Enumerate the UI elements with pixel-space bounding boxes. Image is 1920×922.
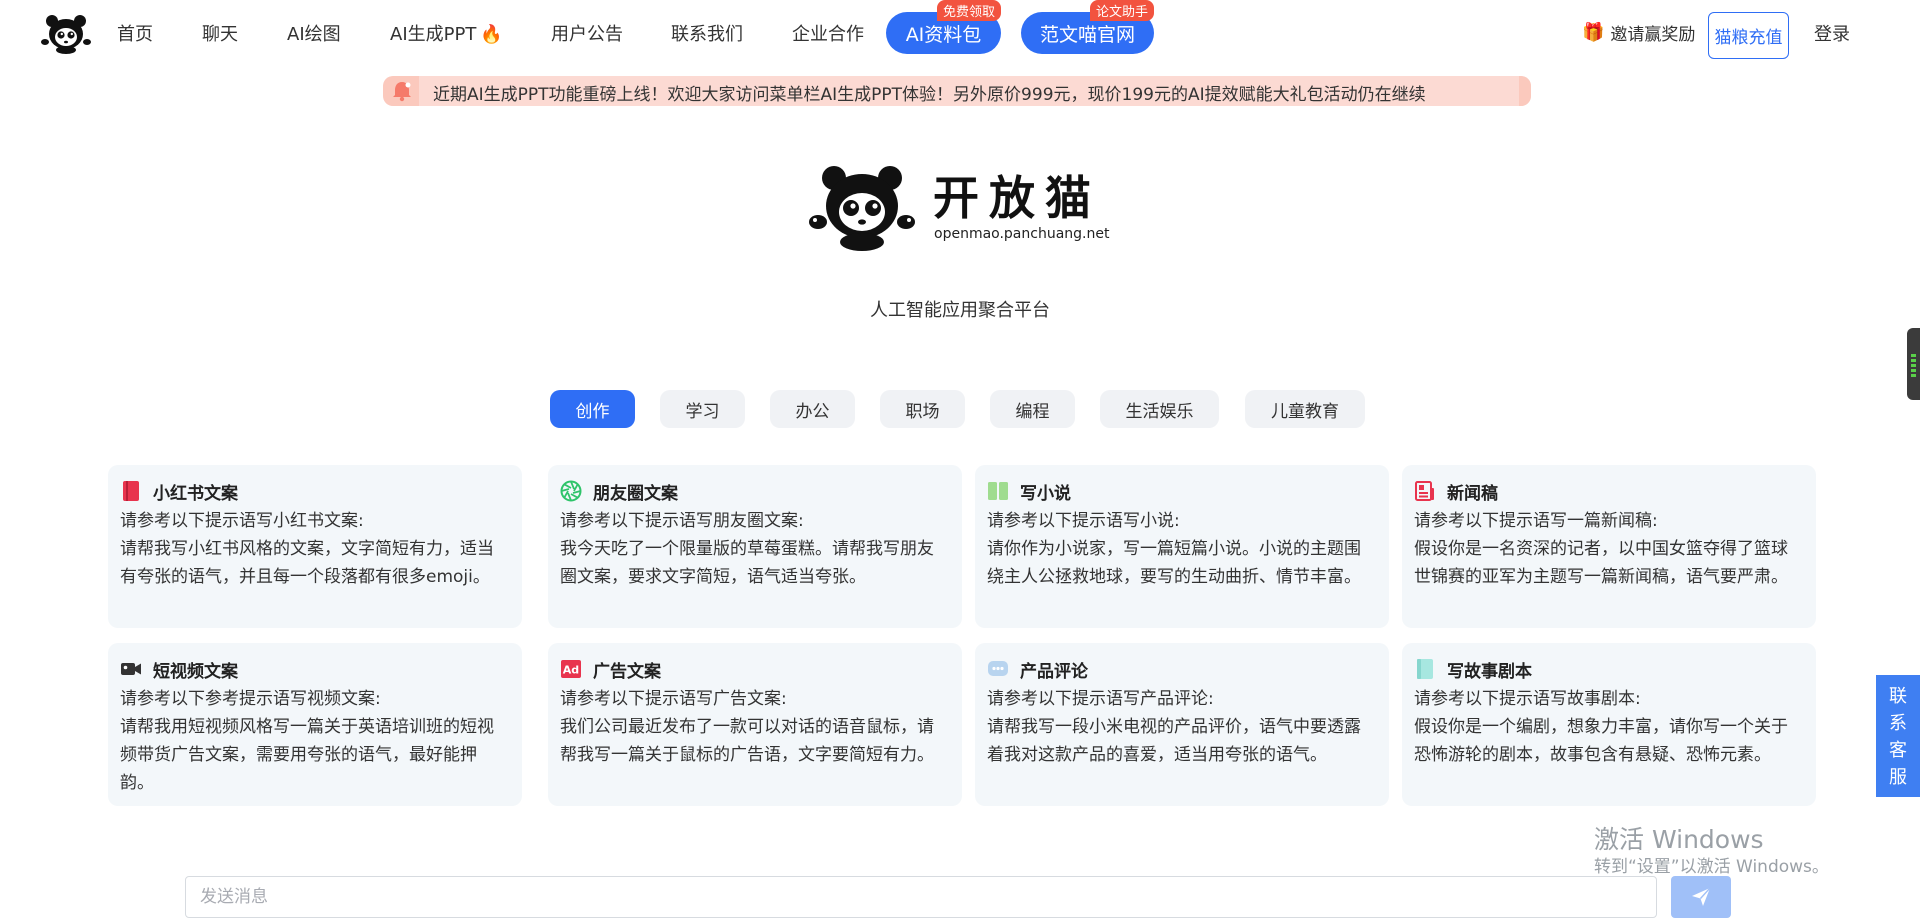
book-icon bbox=[123, 481, 139, 501]
tab-office[interactable]: 办公 bbox=[770, 390, 855, 428]
card-title: 新闻稿 bbox=[1447, 483, 1498, 504]
top-navigation: 首页 聊天 AI绘图 AI生成PPT 🔥 用户公告 联系我们 企业合作 AI资料包… bbox=[0, 0, 1920, 64]
card-title: 广告文案 bbox=[593, 661, 661, 682]
windows-activation-hint: 转到“设置”以激活 Windows。 bbox=[1594, 857, 1829, 877]
contact-support-label: 联系客服 bbox=[1889, 686, 1907, 788]
brand-domain: openmao.panchuang.net bbox=[934, 226, 1110, 242]
svg-text:Ad: Ad bbox=[563, 664, 579, 677]
gift-icon: 🎁 bbox=[1582, 22, 1605, 43]
card-title: 写故事剧本 bbox=[1447, 661, 1532, 682]
notice-right-cap bbox=[1519, 76, 1531, 106]
invite-reward-label: 邀请赢奖励 bbox=[1610, 25, 1696, 45]
card-prompt-body: 请帮我写一段小米电视的产品评价，语气中要透露着我对这款产品的喜爱，适当用夸张的语… bbox=[987, 717, 1361, 765]
card-prompt-intro: 请参考以下提示语写产品评论: bbox=[987, 689, 1214, 709]
nav-item-home[interactable]: 首页 bbox=[117, 20, 153, 46]
nav-item-ai-ppt-label: AI生成PPT bbox=[390, 24, 477, 45]
tab-workplace[interactable]: 职场 bbox=[880, 390, 965, 428]
card-prompt-intro: 请参考以下提示语写小说: bbox=[987, 511, 1180, 531]
card-prompt-body: 假设你是一个编剧，想象力丰富，请你写一个关于恐怖游轮的剧本，故事包含有悬疑、恐怖… bbox=[1414, 717, 1788, 765]
nav-item-ai-ppt[interactable]: AI生成PPT 🔥 bbox=[390, 20, 503, 46]
card-prompt-body: 我们公司最近发布了一款可以对话的语音鼠标，请帮我写一篇关于鼠标的广告语，文字要简… bbox=[560, 717, 934, 765]
flame-icon: 🔥 bbox=[480, 24, 503, 45]
side-panel-handle[interactable] bbox=[1907, 328, 1920, 400]
card-prompt-body: 我今天吃了一个限量版的草莓蛋糕。请帮我写朋友圈文案，要求文字简短，语气适当夸张。 bbox=[560, 539, 934, 587]
card-prompt-intro: 请参考以下提示语写朋友圈文案: bbox=[560, 511, 804, 531]
tab-programming[interactable]: 编程 bbox=[990, 390, 1075, 428]
card-prompt-intro: 请参考以下提示语写广告文案: bbox=[560, 689, 787, 709]
card-prompt-body: 请你作为小说家，写一篇短篇小说。小说的主题围绕主人公拯救地球，要写的生动曲折、情… bbox=[987, 539, 1361, 587]
newspaper-icon bbox=[1415, 481, 1434, 501]
prompt-card-short-video[interactable]: 短视频文案 请参考以下参考提示语写视频文案: 请帮我用短视频风格写一篇关于英语培… bbox=[108, 643, 522, 806]
card-prompt-body: 请帮我用短视频风格写一篇关于英语培训班的短视频带货广告文案，需要用夸张的语气，最… bbox=[120, 717, 494, 793]
prompt-card-xiaohongshu[interactable]: 小红书文案 请参考以下提示语写小红书文案: 请帮我写小红书风格的文案，文字简短有… bbox=[108, 465, 522, 628]
card-title: 短视频文案 bbox=[153, 661, 238, 682]
nav-item-announcements[interactable]: 用户公告 bbox=[551, 20, 623, 46]
card-prompt-intro: 请参考以下提示语写小红书文案: bbox=[120, 511, 364, 531]
invite-reward-link[interactable]: 🎁 邀请赢奖励 bbox=[1582, 20, 1695, 45]
nav-item-contact-us[interactable]: 联系我们 bbox=[671, 20, 743, 46]
video-camera-icon bbox=[121, 663, 141, 675]
open-book-icon bbox=[988, 482, 1008, 500]
script-icon bbox=[1417, 659, 1433, 679]
windows-activation-title: 激活 Windows bbox=[1594, 825, 1764, 854]
login-link[interactable]: 登录 bbox=[1814, 20, 1850, 46]
card-prompt-intro: 请参考以下提示语写故事剧本: bbox=[1414, 689, 1641, 709]
chat-bubble-icon bbox=[988, 661, 1008, 676]
prompt-card-news[interactable]: 新闻稿 请参考以下提示语写一篇新闻稿: 假设你是一名资深的记者，以中国女篮夺得了… bbox=[1402, 465, 1816, 628]
card-title: 写小说 bbox=[1020, 483, 1071, 504]
card-title: 朋友圈文案 bbox=[593, 483, 678, 504]
notice-left-cap bbox=[383, 76, 419, 106]
send-icon bbox=[1692, 887, 1711, 906]
card-title: 产品评论 bbox=[1020, 661, 1088, 682]
aperture-icon bbox=[560, 480, 582, 502]
free-badge: 免费领取 bbox=[936, 0, 1001, 21]
tab-kids-education[interactable]: 儿童教育 bbox=[1245, 390, 1365, 428]
tab-study[interactable]: 学习 bbox=[660, 390, 745, 428]
contact-support-button[interactable]: 联系客服 bbox=[1876, 675, 1920, 797]
platform-subtitle: 人工智能应用聚合平台 bbox=[870, 300, 1050, 321]
message-input[interactable] bbox=[185, 876, 1657, 918]
fanwenmiao-site-button[interactable]: 范文喵官网 论文助手 bbox=[1021, 0, 1154, 54]
prompt-card-script[interactable]: 写故事剧本 请参考以下提示语写故事剧本: 假设你是一个编剧，想象力丰富，请你写一… bbox=[1402, 643, 1816, 806]
prompt-card-novel[interactable]: 写小说 请参考以下提示语写小说: 请你作为小说家，写一篇短篇小说。小说的主题围绕… bbox=[975, 465, 1389, 628]
thesis-badge: 论文助手 bbox=[1089, 0, 1154, 21]
card-prompt-body: 请帮我写小红书风格的文案，文字简短有力，适当有夸张的语气，并且每一个段落都有很多… bbox=[120, 539, 494, 587]
fanwenmiao-site-label: 范文喵官网 bbox=[1039, 23, 1135, 46]
card-prompt-intro: 请参考以下提示语写一篇新闻稿: bbox=[1414, 511, 1658, 531]
ai-resource-pack-button[interactable]: AI资料包 免费领取 bbox=[886, 0, 1001, 54]
brand-name: 开放猫 bbox=[933, 171, 1101, 225]
tab-lifestyle[interactable]: 生活娱乐 bbox=[1100, 390, 1219, 428]
send-button[interactable] bbox=[1671, 876, 1731, 918]
ai-resource-pack-label: AI资料包 bbox=[905, 23, 982, 46]
nav-item-ai-drawing[interactable]: AI绘图 bbox=[287, 20, 341, 46]
prompt-card-product-review[interactable]: 产品评论 请参考以下提示语写产品评论: 请帮我写一段小米电视的产品评价，语气中要… bbox=[975, 643, 1389, 806]
nav-item-enterprise[interactable]: 企业合作 bbox=[792, 20, 864, 46]
ad-icon: Ad bbox=[561, 660, 581, 678]
card-title: 小红书文案 bbox=[153, 483, 238, 504]
prompt-card-advertising[interactable]: Ad 广告文案 请参考以下提示语写广告文案: 我们公司最近发布了一款可以对话的语… bbox=[548, 643, 962, 806]
card-prompt-body: 假设你是一名资深的记者，以中国女篮夺得了篮球世锦赛的亚军为主题写一篇新闻稿，语气… bbox=[1414, 539, 1788, 587]
recharge-button[interactable]: 猫粮充值 bbox=[1708, 12, 1789, 59]
card-prompt-intro: 请参考以下参考提示语写视频文案: bbox=[120, 689, 381, 709]
panda-brand-logo-icon bbox=[809, 166, 915, 251]
notice-text: 近期AI生成PPT功能重磅上线！欢迎大家访问菜单栏AI生成PPT体验！另外原价9… bbox=[433, 85, 1426, 105]
panda-logo-icon[interactable] bbox=[40, 12, 92, 54]
nav-item-chat[interactable]: 聊天 bbox=[202, 20, 238, 46]
notice-bar: 近期AI生成PPT功能重磅上线！欢迎大家访问菜单栏AI生成PPT体验！另外原价9… bbox=[383, 76, 1531, 106]
prompt-card-moments[interactable]: 朋友圈文案 请参考以下提示语写朋友圈文案: 我今天吃了一个限量版的草莓蛋糕。请帮… bbox=[548, 465, 962, 628]
tab-creation[interactable]: 创作 bbox=[550, 390, 635, 428]
bell-icon bbox=[393, 82, 411, 102]
